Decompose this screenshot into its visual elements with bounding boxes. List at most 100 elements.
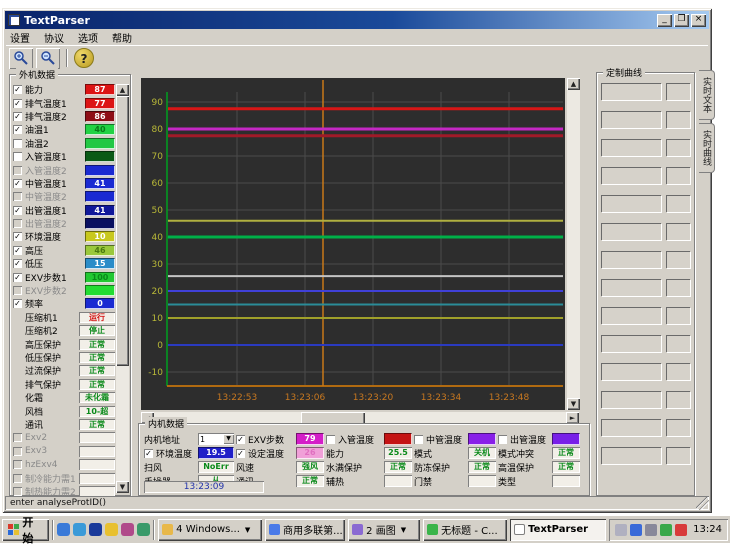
checkbox[interactable]: ✓ xyxy=(236,449,245,458)
chevron-down-icon[interactable]: ▼ xyxy=(401,526,406,534)
volume-icon[interactable] xyxy=(645,524,657,536)
curve-value-box[interactable] xyxy=(666,223,690,240)
checkbox[interactable]: ✓ xyxy=(13,273,22,282)
curve-value-box[interactable] xyxy=(666,251,690,268)
chevron-down-icon[interactable]: ▼ xyxy=(245,526,250,534)
curve-value-box[interactable] xyxy=(666,195,690,212)
scroll-up-icon[interactable]: ▲ xyxy=(116,84,129,96)
checkbox[interactable] xyxy=(13,139,22,148)
curve-value-box[interactable] xyxy=(666,419,690,436)
checkbox[interactable] xyxy=(498,435,507,444)
scroll-up-icon[interactable]: ▲ xyxy=(567,78,580,90)
indoor-data-cell: 模式 xyxy=(414,447,466,459)
checkbox[interactable]: ✓ xyxy=(13,259,22,268)
help-button[interactable]: ? xyxy=(74,48,94,68)
checkbox[interactable] xyxy=(414,435,423,444)
tab-realtime-curve[interactable]: 实时曲线 xyxy=(699,123,715,173)
indoor-data-cell: 入管温度 xyxy=(326,433,382,445)
curve-name-box[interactable] xyxy=(601,335,661,352)
left-panel-row: 排气保护正常 xyxy=(13,378,115,391)
menu-item-3[interactable]: 帮助 xyxy=(112,30,132,45)
checkbox[interactable]: ✓ xyxy=(13,206,22,215)
task-button[interactable]: 4 Windows...▼ xyxy=(158,519,262,541)
printer-icon[interactable] xyxy=(615,524,627,536)
curve-name-box[interactable] xyxy=(601,307,661,324)
curve-value-box[interactable] xyxy=(666,279,690,296)
curve-name-box[interactable] xyxy=(601,83,661,100)
messenger-icon[interactable] xyxy=(137,523,150,536)
value-badge xyxy=(85,218,115,229)
curve-value-box[interactable] xyxy=(666,363,690,380)
curve-value-box[interactable] xyxy=(666,111,690,128)
scroll-down-icon[interactable]: ▼ xyxy=(116,481,129,493)
menu-item-2[interactable]: 选项 xyxy=(78,30,98,45)
curve-name-box[interactable] xyxy=(601,419,661,436)
tab-realtime-text[interactable]: 实时文本 xyxy=(699,70,715,120)
checkbox[interactable]: ✓ xyxy=(13,85,22,94)
resize-grip[interactable] xyxy=(696,497,709,510)
notes-icon[interactable] xyxy=(105,523,118,536)
zoom-in-button[interactable] xyxy=(9,48,33,69)
lock-icon[interactable] xyxy=(121,523,134,536)
checkbox[interactable]: ✓ xyxy=(13,246,22,255)
curve-name-box[interactable] xyxy=(601,111,661,128)
antivirus-icon[interactable] xyxy=(675,524,687,536)
menu-item-0[interactable]: 设置 xyxy=(10,30,30,45)
curve-name-box[interactable] xyxy=(601,363,661,380)
app-icon[interactable] xyxy=(89,523,102,536)
curve-name-box[interactable] xyxy=(601,251,661,268)
curve-value-box[interactable] xyxy=(666,335,690,352)
custom-curve-slots xyxy=(601,83,690,464)
task-button[interactable]: TextParser xyxy=(510,519,606,541)
minimize-button[interactable]: _ xyxy=(657,14,672,27)
curve-name-box[interactable] xyxy=(601,195,661,212)
start-button[interactable]: 开始 xyxy=(2,519,49,541)
task-button[interactable]: 2 画图▼ xyxy=(348,519,420,541)
checkbox[interactable]: ✓ xyxy=(13,112,22,121)
curve-value-box[interactable] xyxy=(666,447,690,464)
row-label: 中管温度2 xyxy=(25,190,67,203)
checkbox[interactable]: ✓ xyxy=(13,232,22,241)
checkbox[interactable]: ✓ xyxy=(13,125,22,134)
chevron-down-icon[interactable]: ▼ xyxy=(223,434,234,444)
checkbox[interactable]: ✓ xyxy=(236,435,245,444)
curve-value-box[interactable] xyxy=(666,391,690,408)
zoom-out-button[interactable] xyxy=(36,48,60,69)
ie-icon[interactable] xyxy=(57,523,70,536)
close-button[interactable]: × xyxy=(691,14,706,27)
curve-name-box[interactable] xyxy=(601,279,661,296)
trend-chart[interactable]: 9080706050403020100-1013:22:5313:23:0613… xyxy=(141,78,565,410)
left-panel-row: 中管温度2 xyxy=(13,190,115,203)
checkbox[interactable] xyxy=(326,435,335,444)
task-button-icon xyxy=(427,524,438,535)
curve-name-box[interactable] xyxy=(601,139,661,156)
left-panel-scrollbar[interactable]: ▲ ▼ xyxy=(116,84,129,493)
checkbox[interactable]: ✓ xyxy=(13,299,22,308)
scroll-thumb[interactable] xyxy=(116,96,129,366)
unit-address-select[interactable]: 1▼ xyxy=(198,433,234,445)
checkbox[interactable]: ✓ xyxy=(144,449,153,458)
task-button-label: TextParser xyxy=(528,524,588,535)
maximize-button[interactable]: ❐ xyxy=(674,14,689,27)
checkbox[interactable]: ✓ xyxy=(13,99,22,108)
curve-value-box[interactable] xyxy=(666,83,690,100)
task-button[interactable]: 商用多联第... xyxy=(265,519,345,541)
agent-icon[interactable] xyxy=(630,524,642,536)
curve-value-box[interactable] xyxy=(666,307,690,324)
curve-name-box[interactable] xyxy=(601,391,661,408)
chart-vertical-scrollbar[interactable]: ▲ ▼ xyxy=(567,78,580,410)
checkbox[interactable] xyxy=(13,152,22,161)
taskbar: 开始 4 Windows...▼商用多联第...2 画图▼无标题 - C... T… xyxy=(0,515,730,543)
curve-name-box[interactable] xyxy=(601,167,661,184)
scroll-down-icon[interactable]: ▼ xyxy=(567,398,580,410)
menu-item-1[interactable]: 协议 xyxy=(44,30,64,45)
curve-value-box[interactable] xyxy=(666,139,690,156)
network-icon[interactable] xyxy=(660,524,672,536)
browser-icon[interactable] xyxy=(73,523,86,536)
task-button[interactable]: 无标题 - C... xyxy=(423,519,507,541)
curve-name-box[interactable] xyxy=(601,223,661,240)
curve-name-box[interactable] xyxy=(601,447,661,464)
indoor-data-cell: 扫风 xyxy=(144,461,196,473)
checkbox[interactable]: ✓ xyxy=(13,179,22,188)
curve-value-box[interactable] xyxy=(666,167,690,184)
